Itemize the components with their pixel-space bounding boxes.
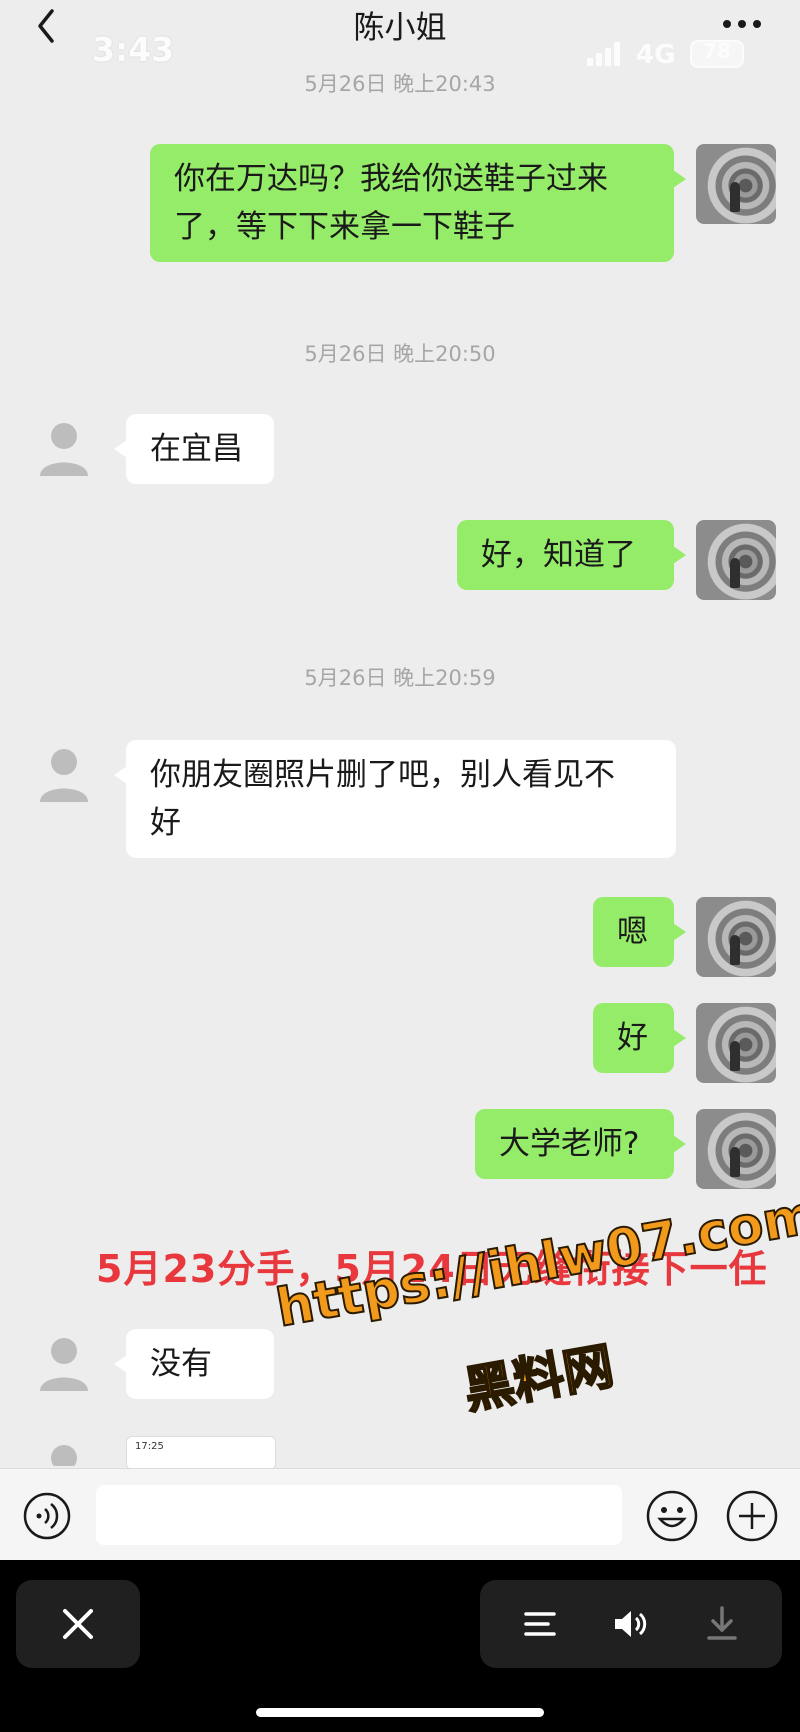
message-text: 大学老师? xyxy=(499,1126,640,1162)
avatar-contact[interactable] xyxy=(24,740,104,820)
voice-icon xyxy=(23,1492,71,1540)
avatar-contact[interactable] xyxy=(24,1329,104,1409)
message-received[interactable]: 你朋友圈照片删了吧，别人看见不 好 xyxy=(114,740,676,858)
avatar-contact[interactable] xyxy=(24,1436,104,1466)
close-icon xyxy=(63,1609,93,1639)
avatar-self[interactable] xyxy=(696,144,776,224)
network-label: 4G xyxy=(636,40,676,70)
timestamp: 5月26日 晚上20:43 xyxy=(304,72,496,96)
thumbnail-time: 17:25 xyxy=(135,1441,164,1452)
emoji-button[interactable] xyxy=(645,1489,699,1543)
viewer-toolbar xyxy=(0,1560,800,1732)
close-button[interactable] xyxy=(16,1580,140,1668)
menu-button[interactable] xyxy=(520,1604,560,1644)
input-bar xyxy=(0,1468,800,1561)
message-sent[interactable]: 你在万达吗？我给你送鞋子过来 了，等下下来拿一下鞋子 xyxy=(150,144,686,262)
avatar-self[interactable] xyxy=(696,1003,776,1083)
menu-icon xyxy=(524,1612,556,1636)
avatar-contact[interactable] xyxy=(24,414,104,494)
emoji-icon xyxy=(646,1490,698,1542)
message-text: 了，等下下来拿一下鞋子 xyxy=(174,209,515,245)
timestamp: 5月26日 晚上20:50 xyxy=(304,342,496,366)
image-message-thumbnail[interactable]: 17:25 xyxy=(126,1436,276,1470)
message-sent[interactable]: 大学老师? xyxy=(475,1109,686,1179)
home-indicator xyxy=(256,1708,544,1717)
default-avatar-icon xyxy=(40,1338,88,1391)
watermark-site: 黑料网 xyxy=(459,1336,619,1421)
media-controls xyxy=(480,1580,782,1668)
battery-indicator: 78 xyxy=(690,39,744,68)
default-avatar-icon xyxy=(51,1445,77,1466)
voice-button[interactable] xyxy=(22,1491,72,1541)
download-button[interactable] xyxy=(702,1604,742,1644)
more-button[interactable] xyxy=(720,14,764,34)
battery-level: 78 xyxy=(703,39,731,63)
message-text: 你在万达吗？我给你送鞋子过来 xyxy=(174,161,608,197)
plus-button[interactable] xyxy=(725,1489,779,1543)
message-sent[interactable]: 好 xyxy=(593,1003,686,1073)
timestamp: 5月26日 晚上20:59 xyxy=(304,666,496,690)
page-title: 陈小姐 xyxy=(353,10,447,46)
message-text: 你朋友圈照片删了吧，别人看见不 xyxy=(150,757,615,793)
message-text: 好 xyxy=(617,1020,648,1056)
default-avatar-icon xyxy=(40,423,88,476)
message-sent[interactable]: 好，知道了 xyxy=(457,520,686,590)
message-received[interactable]: 没有 xyxy=(114,1329,274,1399)
message-sent[interactable]: 嗯 xyxy=(593,897,686,967)
volume-button[interactable] xyxy=(610,1604,650,1644)
avatar-self[interactable] xyxy=(696,897,776,977)
message-text: 没有 xyxy=(150,1346,212,1382)
message-text: 好，知道了 xyxy=(481,537,636,573)
more-dots-icon xyxy=(723,20,761,28)
avatar-self[interactable] xyxy=(696,520,776,600)
message-text: 在宜昌 xyxy=(150,431,243,467)
avatar-self[interactable] xyxy=(696,1109,776,1189)
download-icon xyxy=(707,1606,737,1640)
plus-icon xyxy=(726,1490,778,1542)
message-input[interactable] xyxy=(96,1485,622,1545)
signal-icon xyxy=(586,42,626,66)
message-received[interactable]: 在宜昌 xyxy=(114,414,274,484)
message-text: 好 xyxy=(150,805,181,841)
volume-icon xyxy=(615,1611,647,1637)
default-avatar-icon xyxy=(40,749,88,802)
message-text: 嗯 xyxy=(617,914,648,950)
